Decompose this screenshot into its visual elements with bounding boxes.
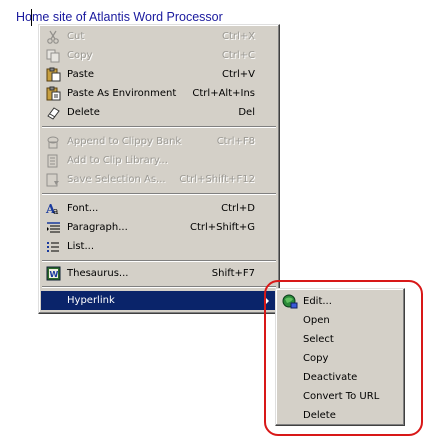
menu-separator [42,260,276,262]
menu-item-shortcut: Ctrl+D [221,203,255,214]
menu-item-hyperlink[interactable]: Hyperlink [41,291,277,310]
menu-item-label: Paste As Environment [67,88,177,99]
menu-item-font[interactable]: Aa Font... Ctrl+D [41,199,277,218]
menu-item-cut[interactable]: Cut Ctrl+X [41,27,277,46]
document-text[interactable]: Home site of Atlantis Word Processor [16,10,223,24]
hyperlink-submenu: Edit... Open Select Copy Deactivate Conv… [275,288,405,426]
list-icon [45,239,61,254]
menu-separator [42,126,276,128]
clippy-bank-icon [45,134,61,149]
menu-item-paste[interactable]: Paste Ctrl+V [41,65,277,84]
menu-item-label: Paste [67,69,94,80]
submenu-item-label: Copy [303,353,329,364]
svg-text:W: W [49,270,58,279]
submenu-item-delete[interactable]: Delete [278,406,402,425]
thesaurus-icon: W [45,266,61,281]
menu-item-shortcut: Ctrl+X [221,31,255,42]
menu-item-label: Add to Clip Library... [67,155,168,166]
menu-separator [42,286,276,288]
menu-item-shortcut: Del [238,107,255,118]
menu-item-shortcut: Ctrl+V [221,69,255,80]
submenu-arrow-icon [265,297,269,305]
submenu-item-convert-to-url[interactable]: Convert To URL [278,387,402,406]
menu-item-label: Thesaurus... [67,268,129,279]
paragraph-icon [45,220,61,235]
submenu-item-deactivate[interactable]: Deactivate [278,368,402,387]
eraser-icon [45,105,61,120]
menu-item-shortcut: Ctrl+Alt+Ins [192,88,255,99]
menu-item-label: Paragraph... [67,222,128,233]
paste-icon [45,67,61,82]
menu-item-add-to-clip-library[interactable]: Add to Clip Library... [41,151,277,170]
scissors-icon [45,29,61,44]
submenu-item-label: Edit... [303,296,332,307]
menu-item-shortcut: Ctrl+Shift+G [189,222,255,233]
submenu-item-edit[interactable]: Edit... [278,292,402,311]
menu-item-label: Cut [67,31,85,42]
menu-item-delete[interactable]: Delete Del [41,103,277,122]
submenu-item-label: Select [303,334,334,345]
clip-library-icon [45,153,61,168]
submenu-item-label: Delete [303,410,336,421]
menu-item-shortcut: Shift+F7 [211,268,255,279]
submenu-item-select[interactable]: Select [278,330,402,349]
submenu-item-label: Convert To URL [303,391,380,402]
menu-item-shortcut: Ctrl+F8 [216,136,255,147]
save-selection-icon [45,172,61,187]
menu-item-paste-as-environment[interactable]: Paste As Environment Ctrl+Alt+Ins [41,84,277,103]
menu-item-label: Copy [67,50,93,61]
font-icon: Aa [45,201,61,216]
menu-item-label: Delete [67,107,100,118]
menu-item-shortcut: Ctrl+Shift+F12 [179,174,255,185]
menu-item-label: Save Selection As... [67,174,166,185]
text-caret [31,9,32,26]
paste-environment-icon [45,86,61,101]
menu-separator [42,193,276,195]
submenu-item-open[interactable]: Open [278,311,402,330]
menu-item-thesaurus[interactable]: W Thesaurus... Shift+F7 [41,264,277,283]
globe-edit-icon [282,294,298,309]
menu-item-label: List... [67,241,95,252]
menu-item-label: Append to Clippy Bank [67,136,182,147]
menu-item-label: Font... [67,203,99,214]
submenu-item-label: Deactivate [303,372,358,383]
menu-item-label: Hyperlink [67,295,115,306]
menu-item-copy[interactable]: Copy Ctrl+C [41,46,277,65]
submenu-item-label: Open [303,315,330,326]
menu-item-list[interactable]: List... [41,237,277,256]
svg-text:a: a [53,207,59,216]
context-menu: Cut Ctrl+X Copy Ctrl+C Paste Ctrl+V Past… [38,24,280,314]
menu-item-save-selection-as[interactable]: Save Selection As... Ctrl+Shift+F12 [41,170,277,189]
submenu-item-copy[interactable]: Copy [278,349,402,368]
menu-item-append-to-clippy-bank[interactable]: Append to Clippy Bank Ctrl+F8 [41,132,277,151]
menu-item-shortcut: Ctrl+C [221,50,255,61]
copy-icon [45,48,61,63]
menu-item-paragraph[interactable]: Paragraph... Ctrl+Shift+G [41,218,277,237]
